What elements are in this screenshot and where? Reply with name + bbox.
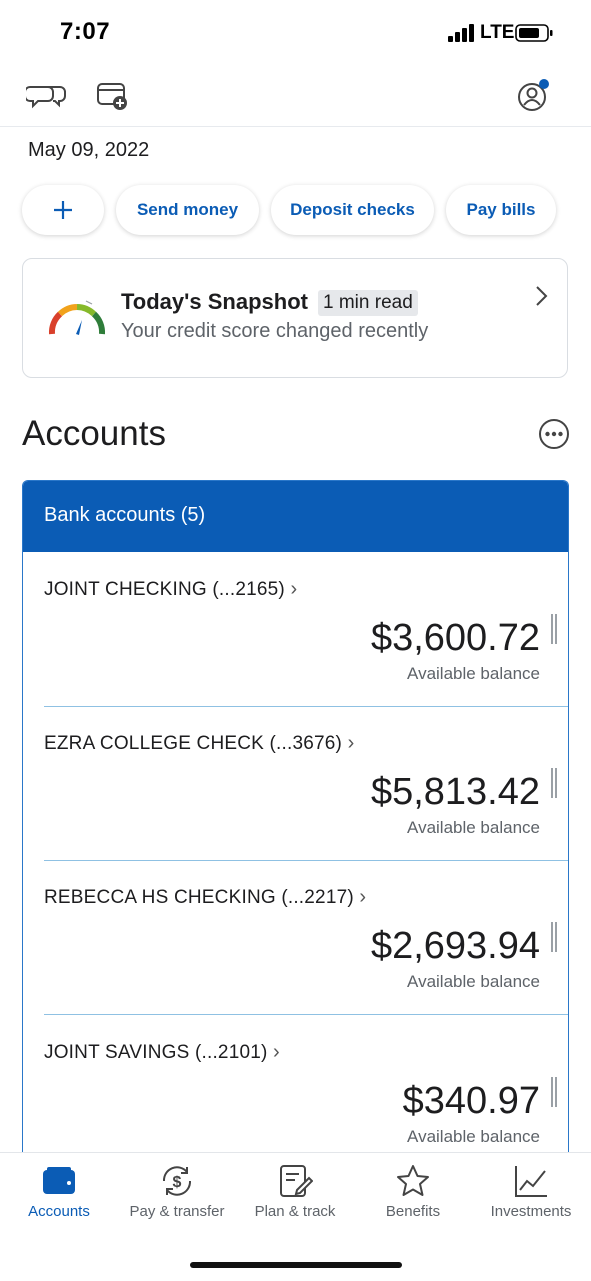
wallet-icon bbox=[43, 1167, 75, 1194]
snapshot-subtitle: Your credit score changed recently bbox=[121, 320, 429, 342]
snapshot-read-time-badge: 1 min read bbox=[318, 290, 418, 316]
nav-benefits[interactable]: Benefits bbox=[354, 1163, 472, 1220]
nav-accounts[interactable]: Accounts bbox=[0, 1163, 118, 1220]
nav-label: Benefits bbox=[385, 1203, 441, 1220]
nav-label: Accounts bbox=[28, 1203, 90, 1220]
nav-label: Plan & track bbox=[254, 1203, 336, 1220]
chat-icon[interactable] bbox=[26, 76, 70, 114]
drag-handle-icon[interactable] bbox=[551, 922, 557, 952]
network-type: LTE bbox=[480, 22, 515, 43]
nav-label: Investments bbox=[490, 1203, 572, 1220]
drag-handle-icon[interactable] bbox=[551, 768, 557, 798]
add-action-button[interactable] bbox=[22, 185, 104, 235]
drag-handle-icon[interactable] bbox=[551, 1077, 557, 1107]
pay-transfer-icon: $ bbox=[162, 1166, 192, 1196]
svg-text:$: $ bbox=[173, 1174, 182, 1191]
home-indicator[interactable] bbox=[190, 1262, 402, 1268]
chevron-right-icon: › bbox=[273, 1041, 280, 1063]
plan-track-icon bbox=[280, 1165, 313, 1197]
gauge-icon bbox=[48, 300, 106, 335]
chart-icon bbox=[515, 1166, 547, 1197]
account-balance: $2,693.94 bbox=[370, 925, 540, 967]
notification-dot bbox=[539, 79, 549, 89]
account-divider bbox=[44, 860, 568, 861]
nav-label: Pay & transfer bbox=[129, 1203, 225, 1220]
drag-handle-icon[interactable] bbox=[551, 614, 557, 644]
account-divider bbox=[44, 1014, 568, 1015]
account-row-name[interactable]: JOINT SAVINGS (...2101) › bbox=[44, 1041, 280, 1064]
header-divider bbox=[0, 126, 591, 127]
pay-bills-button[interactable]: Pay bills bbox=[446, 185, 556, 235]
account-balance-label: Available balance bbox=[407, 1127, 540, 1146]
account-balance: $340.97 bbox=[402, 1080, 540, 1122]
account-row-name[interactable]: JOINT CHECKING (...2165) › bbox=[44, 578, 297, 601]
nav-pay-transfer[interactable]: $ Pay & transfer bbox=[118, 1163, 236, 1220]
deposit-checks-button[interactable]: Deposit checks bbox=[271, 185, 434, 235]
nav-investments[interactable]: Investments bbox=[472, 1163, 590, 1220]
account-row-name[interactable]: REBECCA HS CHECKING (...2217) › bbox=[44, 886, 366, 909]
chevron-right-icon: › bbox=[347, 732, 355, 754]
account-divider bbox=[44, 706, 568, 707]
bank-accounts-header-label: Bank accounts (5) bbox=[44, 504, 206, 526]
chevron-right-icon: › bbox=[359, 886, 367, 908]
more-options-icon[interactable] bbox=[538, 418, 570, 450]
battery-icon bbox=[515, 24, 553, 42]
chevron-right-icon: › bbox=[290, 578, 298, 600]
cellular-signal-icon bbox=[448, 24, 474, 42]
add-card-icon[interactable] bbox=[94, 76, 138, 114]
account-balance: $5,813.42 bbox=[370, 771, 540, 813]
account-balance-label: Available balance bbox=[407, 818, 540, 837]
star-icon bbox=[397, 1165, 429, 1196]
current-date: May 09, 2022 bbox=[28, 139, 150, 161]
chevron-right-icon bbox=[536, 286, 548, 306]
account-balance-label: Available balance bbox=[407, 972, 540, 991]
account-balance-label: Available balance bbox=[407, 664, 540, 683]
plus-icon bbox=[54, 201, 72, 219]
account-balance: $3,600.72 bbox=[370, 617, 540, 659]
accounts-heading: Accounts bbox=[22, 414, 166, 453]
nav-plan-track[interactable]: Plan & track bbox=[236, 1163, 354, 1220]
snapshot-title: Today's Snapshot bbox=[121, 289, 308, 314]
send-money-button[interactable]: Send money bbox=[116, 185, 259, 235]
status-time: 7:07 bbox=[60, 18, 111, 45]
account-row-name[interactable]: EZRA COLLEGE CHECK (...3676) › bbox=[44, 732, 354, 755]
profile-icon[interactable] bbox=[512, 76, 556, 114]
